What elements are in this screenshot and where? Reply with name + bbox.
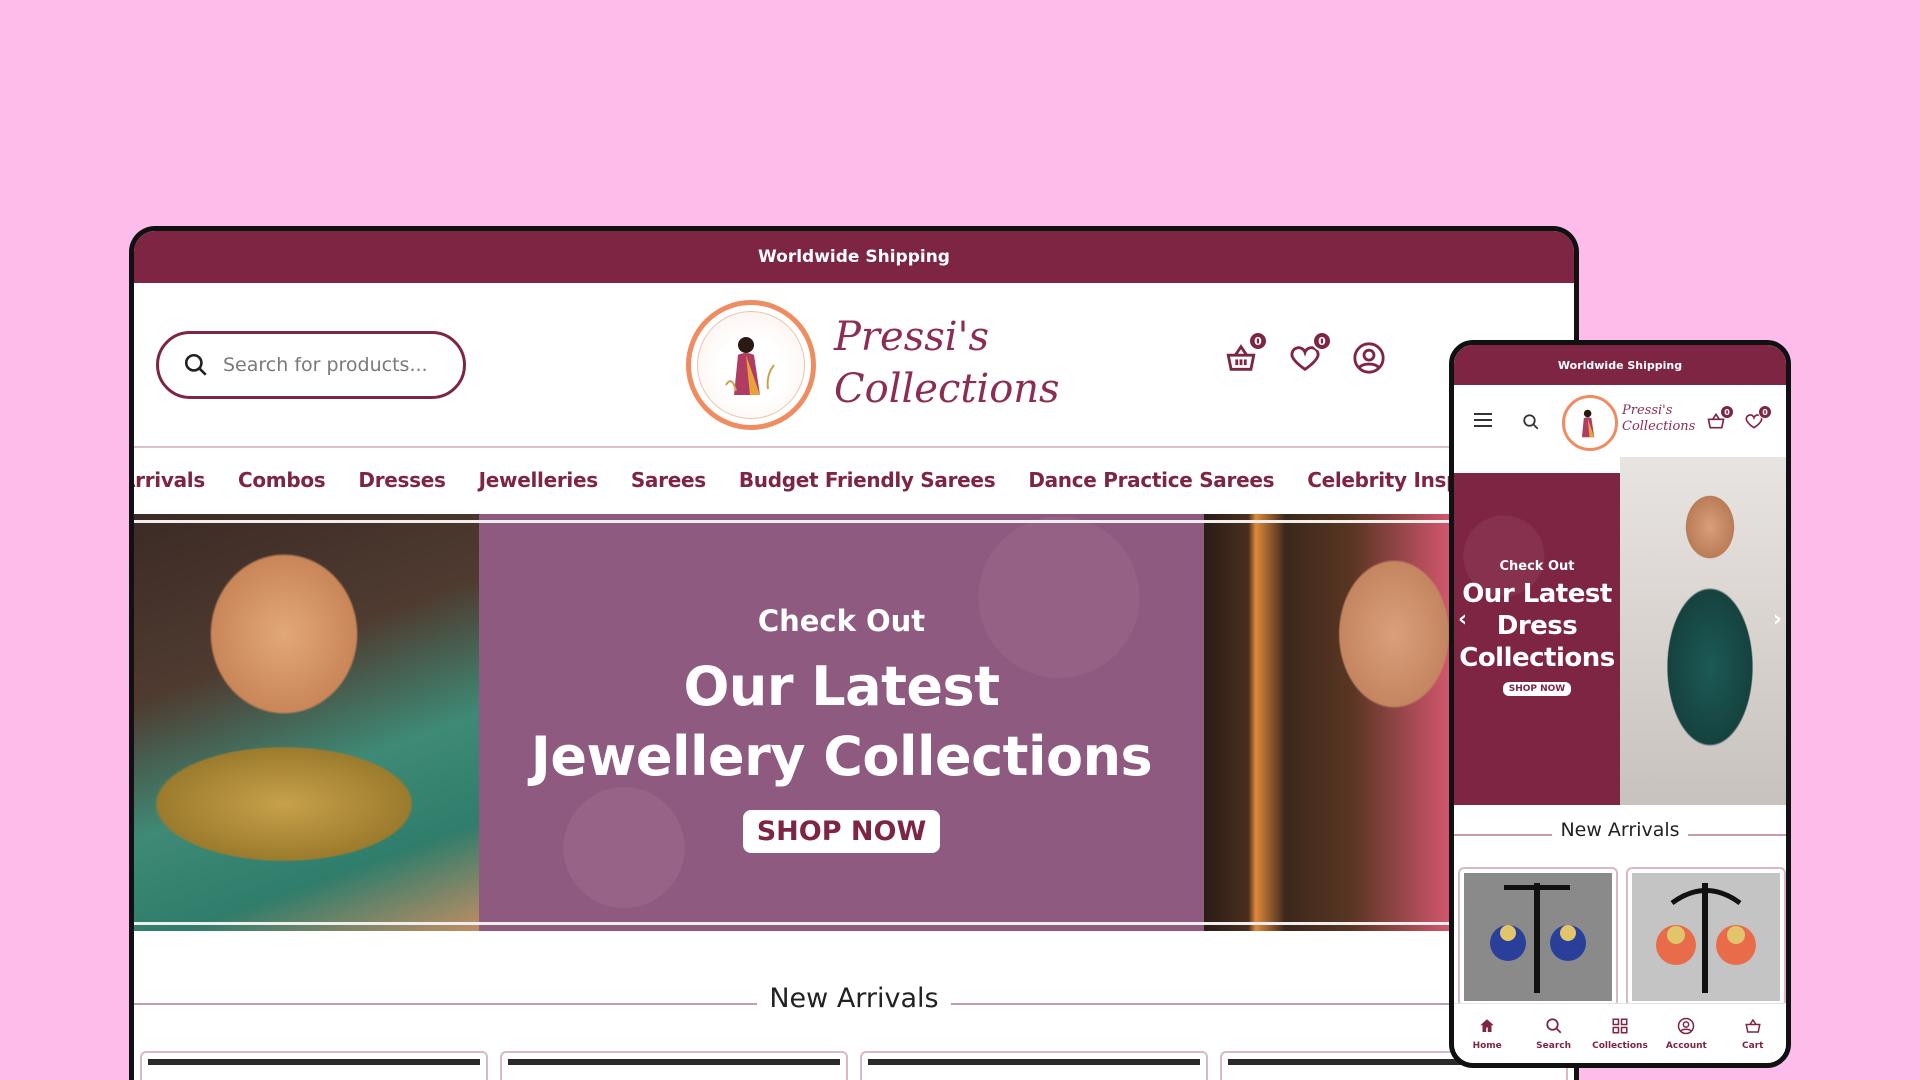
woman-silhouette-logo-icon bbox=[1581, 409, 1595, 438]
mobile-cart-count-badge: 0 bbox=[1720, 405, 1734, 419]
carousel-prev-arrow-icon[interactable]: ‹ bbox=[1458, 607, 1467, 632]
basket-icon bbox=[1745, 1018, 1761, 1033]
search-input[interactable] bbox=[223, 354, 443, 376]
search-icon bbox=[1545, 1017, 1561, 1033]
mobile-section-title: New Arrivals bbox=[1552, 819, 1688, 841]
nav-item-sarees[interactable]: Sarees bbox=[631, 468, 706, 492]
nav-item-jewelleries[interactable]: Jewelleries bbox=[479, 468, 599, 492]
wishlist-button[interactable]: 0 bbox=[1288, 331, 1332, 375]
mobile-brand-name: Pressi's Collections bbox=[1622, 403, 1695, 435]
product-grid bbox=[134, 1051, 1574, 1080]
product-image bbox=[508, 1059, 840, 1065]
hero-headline: Our Latest Jewellery Collections bbox=[479, 652, 1204, 792]
mobile-brand-line-1: Pressi's bbox=[1622, 403, 1673, 418]
product-image bbox=[1632, 873, 1780, 1001]
tab-collections[interactable]: Collections bbox=[1590, 1017, 1650, 1051]
product-card[interactable] bbox=[140, 1051, 488, 1080]
cart-button[interactable]: 0 bbox=[1224, 331, 1268, 375]
product-image bbox=[868, 1059, 1200, 1065]
mobile-announcement-bar: Worldwide Shipping bbox=[1454, 345, 1786, 385]
nav-item-combos[interactable]: Combos bbox=[238, 468, 326, 492]
mobile-hero-text-panel: Check Out Our Latest Dress Collections S… bbox=[1454, 473, 1620, 805]
mobile-hero-banner[interactable]: Check Out Our Latest Dress Collections S… bbox=[1454, 457, 1786, 805]
mobile-brand-line-2: Collections bbox=[1622, 419, 1696, 434]
earrings-image-icon bbox=[1490, 883, 1586, 993]
cart-count-badge: 0 bbox=[1248, 331, 1268, 351]
earrings-image-icon bbox=[1656, 883, 1756, 993]
brand-line-1: Pressi's bbox=[834, 314, 990, 360]
hero-kicker: Check Out bbox=[757, 604, 926, 638]
tab-account-label: Account bbox=[1665, 1040, 1707, 1051]
carousel-next-arrow-icon[interactable]: › bbox=[1773, 607, 1782, 632]
shop-now-button[interactable]: SHOP NOW bbox=[742, 810, 941, 853]
nav-item-arrivals[interactable]: Arrivals bbox=[134, 468, 205, 492]
tab-cart-label: Cart bbox=[1742, 1040, 1764, 1051]
tab-search[interactable]: Search bbox=[1524, 1017, 1584, 1051]
hero-headline-line-2: Jewellery Collections bbox=[530, 725, 1153, 788]
nav-item-budget-friendly-sarees[interactable]: Budget Friendly Sarees bbox=[739, 468, 996, 492]
tab-account[interactable]: Account bbox=[1656, 1017, 1716, 1051]
product-card[interactable] bbox=[1458, 867, 1618, 1007]
tab-home[interactable]: Home bbox=[1457, 1017, 1517, 1051]
mobile-wishlist-count-badge: 0 bbox=[1758, 405, 1772, 419]
hero-text-panel: Check Out Our Latest Jewellery Collectio… bbox=[479, 514, 1204, 931]
nav-item-dresses[interactable]: Dresses bbox=[358, 468, 446, 492]
product-image bbox=[148, 1059, 480, 1065]
mobile-hero-headline: Our Latest Dress Collections bbox=[1454, 578, 1620, 674]
brand-logo[interactable] bbox=[686, 300, 816, 430]
brand-name: Pressi's Collections bbox=[834, 311, 1060, 415]
user-circle-icon bbox=[1678, 1017, 1695, 1034]
hero-headline-line-1: Our Latest bbox=[683, 655, 1000, 718]
nav-item-dance-practice-sarees[interactable]: Dance Practice Sarees bbox=[1028, 468, 1274, 492]
mobile-header: Pressi's Collections 0 0 bbox=[1454, 385, 1786, 457]
mobile-bottom-tab-bar: Home Search Collections Account Cart bbox=[1454, 1003, 1786, 1063]
mobile-shop-now-button[interactable]: SHOP NOW bbox=[1502, 682, 1572, 696]
search-icon bbox=[184, 353, 207, 376]
mobile-wishlist-button[interactable]: 0 bbox=[1744, 405, 1772, 431]
mobile-hero-headline-line-3: Collections bbox=[1459, 643, 1615, 673]
desktop-mockup: Worldwide Shipping Pressi's Collection bbox=[129, 226, 1579, 1080]
new-arrivals-heading: New Arrivals bbox=[134, 983, 1574, 1023]
product-card[interactable] bbox=[500, 1051, 848, 1080]
brand-line-2: Collections bbox=[834, 366, 1060, 412]
section-title: New Arrivals bbox=[757, 983, 951, 1014]
woman-silhouette-logo-icon bbox=[725, 337, 775, 395]
announcement-text: Worldwide Shipping bbox=[758, 247, 950, 267]
hero-banner[interactable]: Check Out Our Latest Jewellery Collectio… bbox=[134, 511, 1574, 931]
search-icon[interactable] bbox=[1522, 413, 1540, 431]
mobile-brand-logo[interactable] bbox=[1562, 395, 1618, 451]
tab-home-label: Home bbox=[1472, 1040, 1502, 1051]
site-header: Pressi's Collections 0 0 bbox=[134, 283, 1574, 448]
hero-divider-top bbox=[134, 520, 1574, 523]
announcement-bar: Worldwide Shipping bbox=[134, 231, 1574, 283]
tab-cart[interactable]: Cart bbox=[1723, 1017, 1783, 1051]
mobile-hero-image bbox=[1620, 457, 1786, 805]
mobile-mockup: Worldwide Shipping Pressi's Collections … bbox=[1449, 340, 1791, 1068]
product-card[interactable] bbox=[860, 1051, 1208, 1080]
category-nav: Arrivals Combos Dresses Jewelleries Sare… bbox=[134, 448, 1574, 511]
hamburger-menu-icon[interactable] bbox=[1474, 413, 1492, 427]
product-card[interactable] bbox=[1626, 867, 1786, 1007]
mobile-product-grid bbox=[1454, 867, 1786, 1007]
home-icon bbox=[1480, 1018, 1494, 1032]
mobile-new-arrivals-heading: New Arrivals bbox=[1454, 819, 1786, 849]
search-bar[interactable] bbox=[156, 331, 466, 399]
tab-search-label: Search bbox=[1536, 1040, 1571, 1051]
wishlist-count-badge: 0 bbox=[1312, 331, 1332, 351]
grid-icon bbox=[1612, 1018, 1628, 1033]
hero-image-left bbox=[134, 514, 479, 931]
mobile-announcement-text: Worldwide Shipping bbox=[1557, 358, 1683, 372]
tab-collections-label: Collections bbox=[1592, 1040, 1648, 1051]
mobile-cart-button[interactable]: 0 bbox=[1706, 405, 1734, 431]
mobile-hero-headline-line-1: Our Latest bbox=[1462, 579, 1612, 609]
mobile-hero-headline-line-2: Dress bbox=[1496, 611, 1578, 641]
header-actions: 0 0 bbox=[1224, 331, 1386, 375]
product-image bbox=[1464, 873, 1612, 1001]
user-circle-icon bbox=[1353, 342, 1385, 374]
hero-divider-bottom bbox=[134, 922, 1574, 925]
account-button[interactable] bbox=[1352, 341, 1386, 375]
mobile-hero-kicker: Check Out bbox=[1499, 559, 1575, 574]
